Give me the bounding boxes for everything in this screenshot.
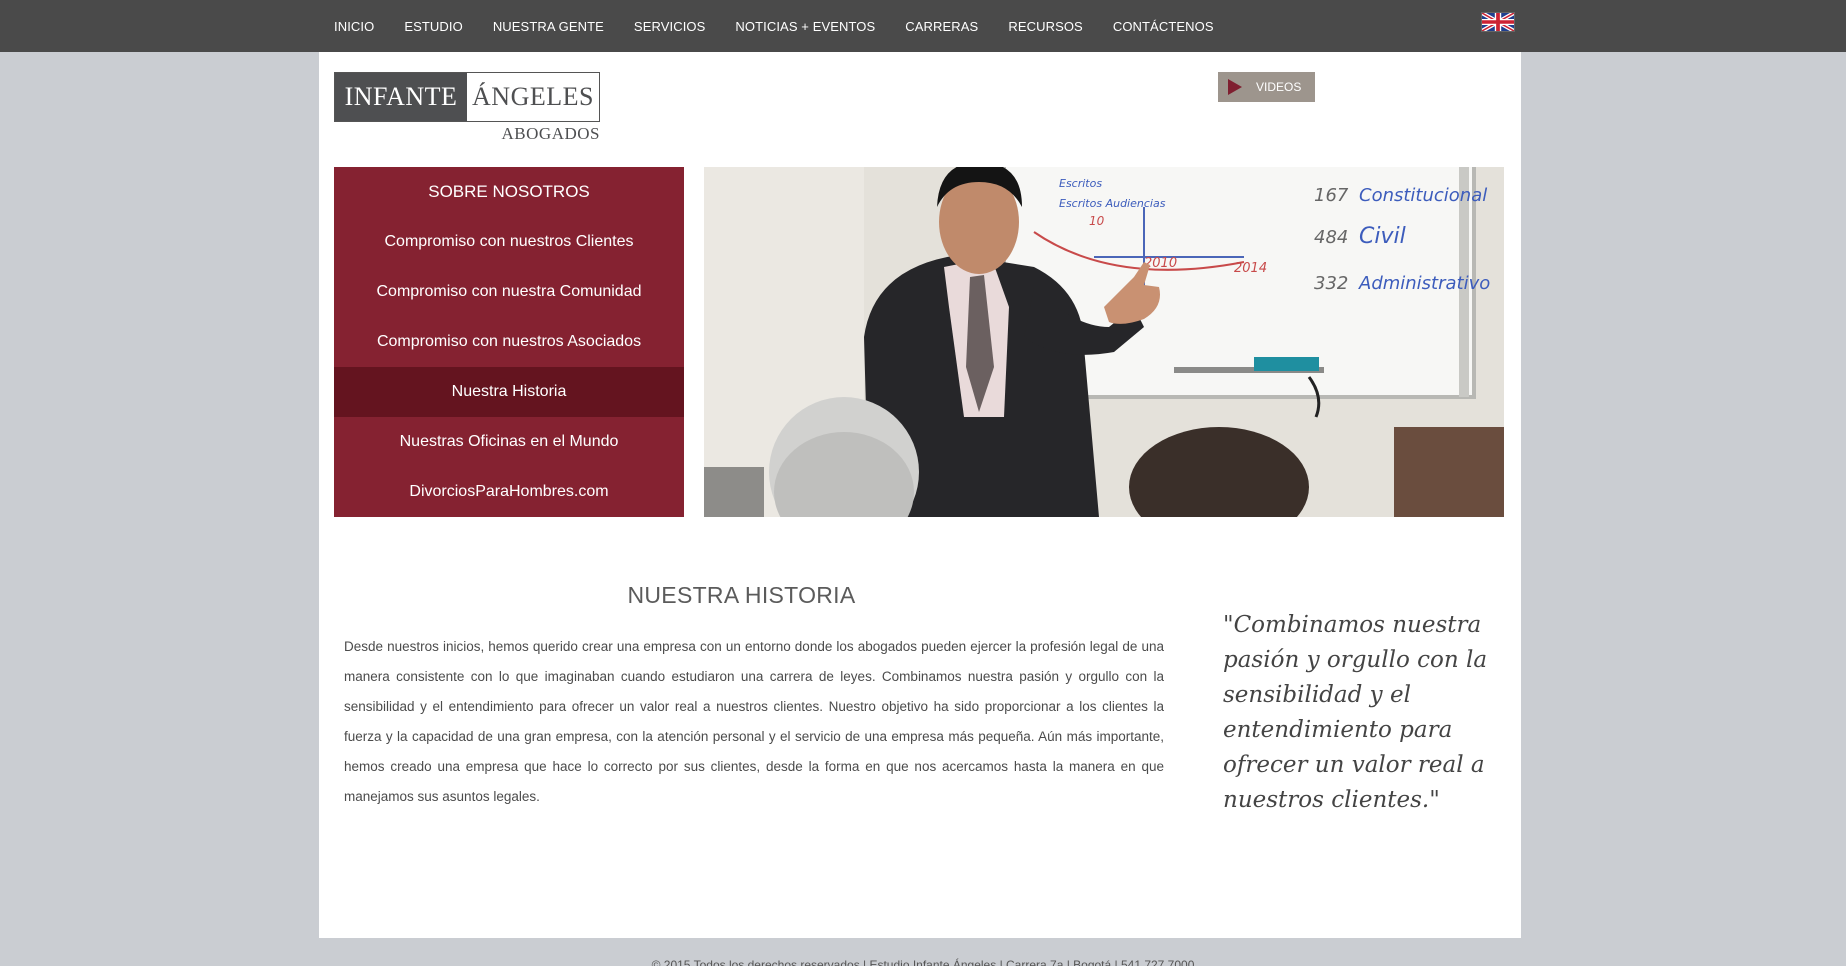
nav-inicio[interactable]: INICIO <box>334 19 374 34</box>
highlight-quote: "Combinamos nuestra pasión y orgullo con… <box>1223 612 1488 813</box>
side-menu-item-comunidad[interactable]: Compromiso con nuestra Comunidad <box>334 267 684 317</box>
logo-infante: INFANTE <box>335 73 467 121</box>
side-menu: SOBRE NOSOTROS Compromiso con nuestros C… <box>334 167 684 517</box>
whiteboard-year-start: 2010 <box>1144 256 1177 271</box>
side-menu-item-divorcios[interactable]: DivorciosParaHombres.com <box>334 467 684 517</box>
nav-carreras[interactable]: CARRERAS <box>905 19 978 34</box>
whiteboard-num-1: 167 <box>1314 185 1349 206</box>
side-menu-item-asociados[interactable]: Compromiso con nuestros Asociados <box>334 317 684 367</box>
hero-photo: Escritos Escritos Audiencias 10 2010 201… <box>704 167 1504 517</box>
side-menu-item-oficinas[interactable]: Nuestras Oficinas en el Mundo <box>334 417 684 467</box>
top-navigation-bar: INICIO ESTUDIO NUESTRA GENTE SERVICIOS N… <box>0 0 1846 52</box>
whiteboard-word-2: Civil <box>1359 224 1406 249</box>
presenter-whiteboard-illustration: Escritos Escritos Audiencias 10 2010 201… <box>704 167 1504 517</box>
side-menu-header[interactable]: SOBRE NOSOTROS <box>334 167 684 217</box>
logo-box: INFANTE ÁNGELES <box>334 72 600 122</box>
nav-estudio[interactable]: ESTUDIO <box>404 19 462 34</box>
videos-label: VIDEOS <box>1256 80 1302 94</box>
whiteboard-label-left: Escritos Audiencias <box>1059 197 1166 210</box>
whiteboard-word-1: Constitucional <box>1359 185 1487 206</box>
whiteboard-num-3: 332 <box>1314 273 1348 294</box>
history-paragraph: Desde nuestros inicios, hemos querido cr… <box>344 639 1164 804</box>
nav-nuestra-gente[interactable]: NUESTRA GENTE <box>493 19 604 34</box>
play-icon <box>1228 79 1242 95</box>
firm-logo[interactable]: INFANTE ÁNGELES ABOGADOS <box>334 72 600 162</box>
main-nav: INICIO ESTUDIO NUESTRA GENTE SERVICIOS N… <box>334 0 1244 52</box>
footer-text: © 2015 Todos los derechos reservados | E… <box>651 958 1195 966</box>
uk-flag-icon[interactable] <box>1481 12 1515 32</box>
whiteboard-num-2: 484 <box>1314 227 1348 248</box>
logo-angeles: ÁNGELES <box>472 82 594 111</box>
whiteboard-value-left: 10 <box>1089 214 1105 228</box>
side-menu-item-historia[interactable]: Nuestra Historia <box>334 367 684 417</box>
nav-contactenos[interactable]: CONTÁCTENOS <box>1113 19 1214 34</box>
whiteboard-word-3: Administrativo <box>1358 273 1490 294</box>
whiteboard-year-end: 2014 <box>1234 261 1267 276</box>
page-container: INFANTE ÁNGELES ABOGADOS VIDEOS SOBRE NO… <box>319 52 1521 938</box>
nav-servicios[interactable]: SERVICIOS <box>634 19 705 34</box>
nav-noticias-eventos[interactable]: NOTICIAS + EVENTOS <box>735 19 875 34</box>
side-menu-item-clientes[interactable]: Compromiso con nuestros Clientes <box>334 217 684 267</box>
videos-button[interactable]: VIDEOS <box>1218 72 1315 102</box>
logo-abogados: ABOGADOS <box>501 124 600 143</box>
whiteboard-escritos: Escritos <box>1059 177 1102 190</box>
page-title: NUESTRA HISTORIA <box>627 582 856 608</box>
nav-recursos[interactable]: RECURSOS <box>1008 19 1082 34</box>
